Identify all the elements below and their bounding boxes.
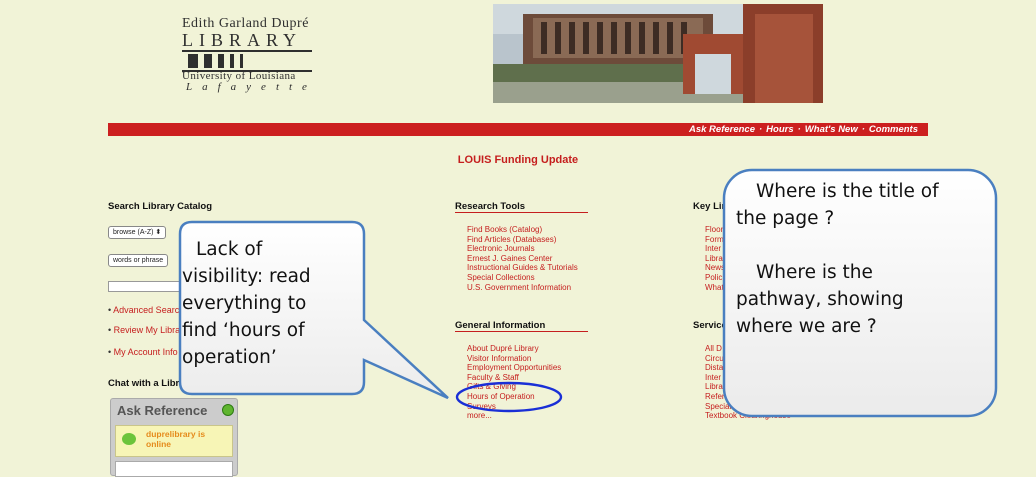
research-tools-list: Find Books (Catalog) Find Articles (Data… (467, 225, 578, 292)
status-online-icon (222, 404, 234, 416)
general-link[interactable]: About Dupré Library (467, 344, 561, 354)
logo-mark-icon (182, 50, 312, 72)
browse-select[interactable]: browse (A-Z) ⬍ (108, 226, 167, 239)
nav-comments[interactable]: Comments (869, 124, 918, 135)
top-nav-links: Ask Reference · Hours · What's New · Comments (689, 123, 918, 136)
logo-line4: Lafayette (186, 81, 317, 93)
my-account-label: My Account Info (113, 347, 178, 357)
research-tools-heading: Research Tools (455, 201, 526, 212)
online-status-text: duprelibrary is online (146, 429, 206, 449)
browse-select-value: browse (A-Z) (113, 229, 154, 236)
top-nav-bar: Ask Reference · Hours · What's New · Comments (108, 123, 928, 136)
heading-underline (455, 331, 588, 332)
research-link[interactable]: Find Articles (Databases) (467, 235, 578, 245)
general-link[interactable]: Employment Opportunities (467, 363, 561, 373)
online-status-box: duprelibrary is online (115, 425, 233, 457)
chat-bubble-icon (122, 433, 136, 445)
chat-input[interactable] (115, 461, 233, 477)
nav-whats-new[interactable]: What's New (805, 124, 858, 135)
nav-separator: · (797, 124, 801, 135)
search-type-value: words or phrase (113, 257, 164, 264)
research-link[interactable]: U.S. Government Information (467, 283, 578, 293)
research-link[interactable]: Find Books (Catalog) (467, 225, 578, 235)
logo-line2: LIBRARY (182, 30, 303, 50)
general-link[interactable]: Visitor Information (467, 354, 561, 364)
research-link[interactable]: Ernest J. Gaines Center (467, 254, 578, 264)
search-type-select[interactable]: words or phrase (108, 254, 169, 267)
nav-hours[interactable]: Hours (766, 124, 793, 135)
nav-separator: · (861, 124, 865, 135)
research-link[interactable]: Electronic Journals (467, 244, 578, 254)
highlight-oval-annotation (455, 381, 563, 413)
nav-separator: · (759, 124, 763, 135)
ask-reference-widget: Ask Reference duprelibrary is online (110, 398, 238, 477)
library-building-photo (493, 4, 823, 103)
headline-link[interactable]: LOUIS Funding Update (0, 154, 1036, 166)
ask-reference-title: Ask Reference (117, 403, 208, 418)
general-info-heading: General Information (455, 320, 546, 331)
my-account-link[interactable]: • My Account Info (108, 347, 178, 357)
research-link[interactable]: Instructional Guides & Tutorials (467, 263, 578, 273)
callout-left-text: Lack of visibility: read everything to f… (182, 239, 311, 368)
search-catalog-heading: Search Library Catalog (108, 201, 213, 212)
nav-ask-reference[interactable]: Ask Reference (689, 124, 755, 135)
callout-right-text: Where is the title of the page ? Where i… (736, 181, 939, 337)
research-link[interactable]: Special Collections (467, 273, 578, 283)
advanced-search-link[interactable]: • Advanced Search (108, 305, 184, 315)
heading-underline (455, 212, 588, 213)
advanced-search-label: Advanced Search (113, 305, 185, 315)
